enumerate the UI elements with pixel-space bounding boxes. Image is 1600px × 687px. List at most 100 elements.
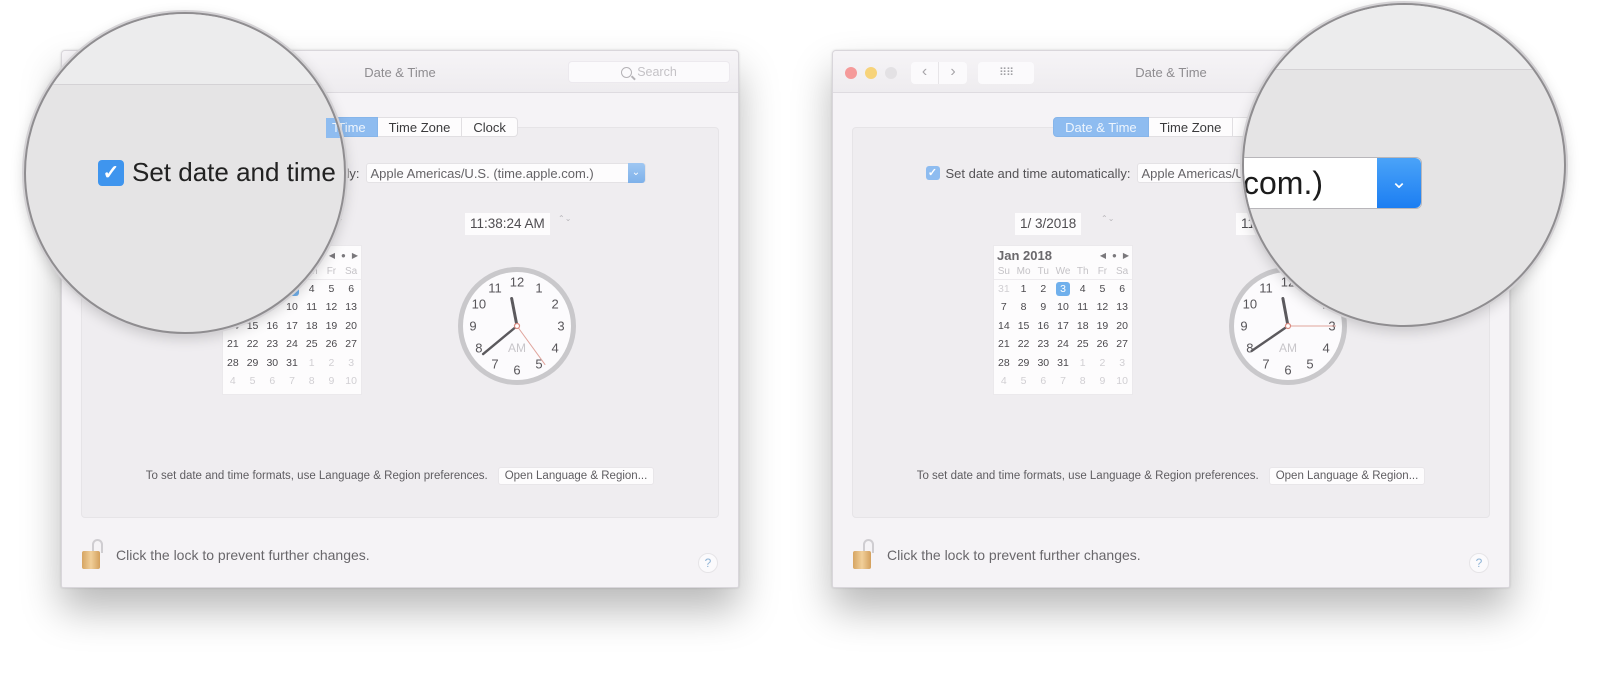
calendar-day[interactable]: 4 (1073, 280, 1093, 298)
calendar-day[interactable]: 28 (223, 354, 243, 372)
calendar-day[interactable]: 20 (341, 317, 361, 335)
help-button[interactable]: ? (698, 553, 718, 573)
calendar-day[interactable]: 19 (322, 317, 342, 335)
calendar-day[interactable]: 9 (322, 372, 342, 390)
calendar-day[interactable]: 30 (262, 354, 282, 372)
calendar-day[interactable]: 11 (302, 298, 322, 316)
calendar-day[interactable]: 25 (1073, 335, 1093, 353)
tab-clock[interactable]: Clock (462, 117, 518, 137)
time-field[interactable]: 11:38:24 AM (465, 213, 550, 235)
calendar-day[interactable]: 9 (1093, 372, 1113, 390)
open-language-region-button[interactable]: Open Language & Region... (497, 467, 655, 485)
calendar-day[interactable]: 20 (1112, 317, 1132, 335)
calendar-day[interactable]: 6 (1033, 372, 1053, 390)
calendar-day[interactable]: 31 (994, 280, 1014, 298)
calendar-day[interactable]: 17 (282, 317, 302, 335)
calendar-day[interactable]: 8 (302, 372, 322, 390)
open-language-region-button[interactable]: Open Language & Region... (1268, 467, 1426, 485)
calendar-day[interactable]: 1 (1073, 354, 1093, 372)
calendar-day[interactable]: 6 (341, 280, 361, 298)
next-month-icon[interactable]: ▶ (352, 251, 358, 260)
calendar-day[interactable]: 17 (1053, 317, 1073, 335)
tab-time-zone[interactable]: Time Zone (1148, 117, 1234, 137)
calendar-day[interactable]: 27 (1112, 335, 1132, 353)
calendar-day[interactable]: 24 (1053, 335, 1073, 353)
calendar-day[interactable]: 18 (302, 317, 322, 335)
calendar-day[interactable]: 24 (282, 335, 302, 353)
calendar-day[interactable]: 7 (994, 298, 1014, 316)
tab-time-zone[interactable]: Time Zone (377, 117, 463, 137)
calendar-day[interactable]: 10 (282, 298, 302, 316)
calendar-day[interactable]: 30 (1033, 354, 1053, 372)
calendar-day[interactable]: 1 (1014, 280, 1034, 298)
calendar-day[interactable]: 19 (1093, 317, 1113, 335)
today-icon[interactable]: ● (1112, 251, 1117, 260)
calendar-day[interactable]: 14 (994, 317, 1014, 335)
calendar-day[interactable]: 8 (1073, 372, 1093, 390)
search-field[interactable]: Search (568, 61, 730, 83)
time-stepper[interactable]: ⌃⌄ (558, 215, 571, 233)
calendar-day[interactable]: 7 (1053, 372, 1073, 390)
calendar-day[interactable]: 2 (1093, 354, 1113, 372)
magnified-server-select[interactable]: com.) ⌄ (1244, 157, 1422, 209)
calendar-day[interactable]: 2 (1033, 280, 1053, 298)
calendar-day[interactable]: 13 (1112, 298, 1132, 316)
calendar-day[interactable]: 5 (243, 372, 263, 390)
magnified-checkbox[interactable]: ✓ (98, 160, 124, 186)
calendar-day[interactable]: 3 (341, 354, 361, 372)
calendar-day[interactable]: 16 (1033, 317, 1053, 335)
tab-date-time[interactable]: Date & Time (1053, 117, 1149, 137)
date-stepper[interactable]: ⌃⌄ (1101, 215, 1114, 233)
calendar-day[interactable]: 5 (1093, 280, 1113, 298)
calendar-day[interactable]: 21 (994, 335, 1014, 353)
calendar-day[interactable]: 25 (302, 335, 322, 353)
date-field[interactable]: 1/ 3/2018 (1015, 213, 1082, 235)
prev-month-icon[interactable]: ◀ (1100, 251, 1106, 260)
calendar-day-selected[interactable]: 3 (1053, 280, 1073, 298)
lock-icon[interactable] (80, 539, 106, 571)
chevron-down-icon[interactable]: ⌄ (1377, 158, 1421, 208)
calendar-day[interactable]: 26 (1093, 335, 1113, 353)
calendar-day[interactable]: 7 (282, 372, 302, 390)
calendar-day[interactable]: 6 (1112, 280, 1132, 298)
calendar-day[interactable]: 16 (262, 317, 282, 335)
calendar-day[interactable]: 12 (322, 298, 342, 316)
calendar-day[interactable]: 26 (322, 335, 342, 353)
calendar-day[interactable]: 10 (1112, 372, 1132, 390)
calendar-day[interactable]: 12 (1093, 298, 1113, 316)
calendar-day[interactable]: 15 (1014, 317, 1034, 335)
calendar-day[interactable]: 4 (994, 372, 1014, 390)
calendar-day[interactable]: 5 (1014, 372, 1034, 390)
time-server-select[interactable]: Apple Americas/U.S. (time.apple.com.) ⌄ (365, 163, 646, 183)
calendar-day[interactable]: 23 (1033, 335, 1053, 353)
next-month-icon[interactable]: ▶ (1123, 251, 1129, 260)
calendar-day[interactable]: 1 (302, 354, 322, 372)
calendar-day[interactable]: 3 (1112, 354, 1132, 372)
lock-icon[interactable] (851, 539, 877, 571)
calendar-day[interactable]: 11 (1073, 298, 1093, 316)
calendar-day[interactable]: 22 (1014, 335, 1034, 353)
calendar-day[interactable]: 22 (243, 335, 263, 353)
calendar-day[interactable]: 27 (341, 335, 361, 353)
calendar-day[interactable]: 18 (1073, 317, 1093, 335)
calendar-day[interactable]: 31 (1053, 354, 1073, 372)
auto-time-checkbox[interactable]: ✓ (925, 166, 940, 180)
calendar-day[interactable]: 5 (322, 280, 342, 298)
calendar-day[interactable]: 23 (262, 335, 282, 353)
help-button[interactable]: ? (1469, 553, 1489, 573)
calendar-day[interactable]: 10 (1053, 298, 1073, 316)
calendar-day[interactable]: 4 (302, 280, 322, 298)
calendar-day[interactable]: 29 (243, 354, 263, 372)
calendar-day[interactable]: 9 (1033, 298, 1053, 316)
calendar-day[interactable]: 4 (223, 372, 243, 390)
calendar-day[interactable]: 8 (1014, 298, 1034, 316)
calendar-day[interactable]: 13 (341, 298, 361, 316)
calendar-day[interactable]: 10 (341, 372, 361, 390)
calendar-day[interactable]: 2 (322, 354, 342, 372)
today-icon[interactable]: ● (341, 251, 346, 260)
calendar-day[interactable]: 28 (994, 354, 1014, 372)
calendar-day[interactable]: 6 (262, 372, 282, 390)
calendar-day[interactable]: 31 (282, 354, 302, 372)
calendar-day[interactable]: 21 (223, 335, 243, 353)
calendar-day[interactable]: 29 (1014, 354, 1034, 372)
